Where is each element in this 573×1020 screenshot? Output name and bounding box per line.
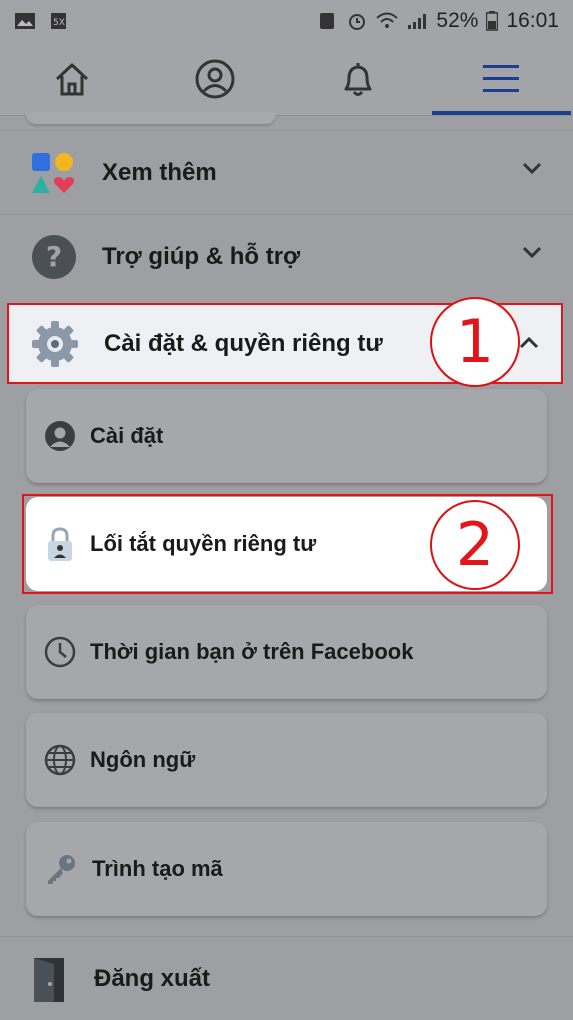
tab-profile[interactable] [143,42,286,115]
home-icon [55,63,88,95]
signal-icon [408,14,427,29]
step-number-2: 2 [430,500,520,590]
time-on-facebook-item[interactable]: Thời gian bạn ở trên Facebook [26,605,547,699]
settings-item[interactable]: Cài đặt [26,389,547,483]
previous-card-edge [26,112,276,124]
key-icon [48,855,75,884]
door-icon [34,958,64,1002]
see-more-label: Xem thêm [102,158,217,186]
battery-icon [486,11,499,31]
clock-icon [44,636,76,668]
help-support-row[interactable]: ? Trợ giúp & hỗ trợ [0,214,573,298]
clock-time: 16:01 [506,9,559,32]
tab-menu[interactable] [430,42,573,115]
help-support-label: Trợ giúp & hỗ trợ [102,242,301,270]
menu-icon [483,64,520,92]
svg-text:5X: 5X [53,18,65,28]
wifi-icon [376,12,399,28]
code-generator-label: Trình tạo mã [92,856,223,881]
see-more-row[interactable]: Xem thêm [0,130,573,214]
sim-icon: 5X [51,13,66,29]
step-number-1: 1 [430,297,520,387]
recycle-icon [320,13,335,29]
language-item[interactable]: Ngôn ngữ [26,713,547,807]
image-icon [15,13,35,29]
status-bar: 5X 52% 16:01 [0,0,573,42]
tab-notifications[interactable] [287,42,430,115]
top-nav-bar [0,42,573,116]
question-icon: ? [32,234,76,279]
profile-icon [45,421,75,451]
code-generator-item[interactable]: Trình tạo mã [26,822,547,916]
battery-percent: 52% [436,9,479,32]
logout-row[interactable]: Đăng xuất [0,937,573,1020]
chevron-down-icon [522,162,542,175]
bell-icon [344,62,372,96]
profile-icon [195,59,235,98]
chevron-down-icon [522,246,542,259]
logout-label: Đăng xuất [94,965,211,992]
globe-icon [44,744,76,776]
svg-text:?: ? [46,240,62,273]
alarm-icon [349,14,366,30]
language-label: Ngôn ngữ [90,747,196,772]
settings-item-label: Cài đặt [90,423,164,448]
time-on-facebook-label: Thời gian bạn ở trên Facebook [90,639,414,664]
shapes-icon [32,152,74,193]
tab-home[interactable] [0,42,143,115]
